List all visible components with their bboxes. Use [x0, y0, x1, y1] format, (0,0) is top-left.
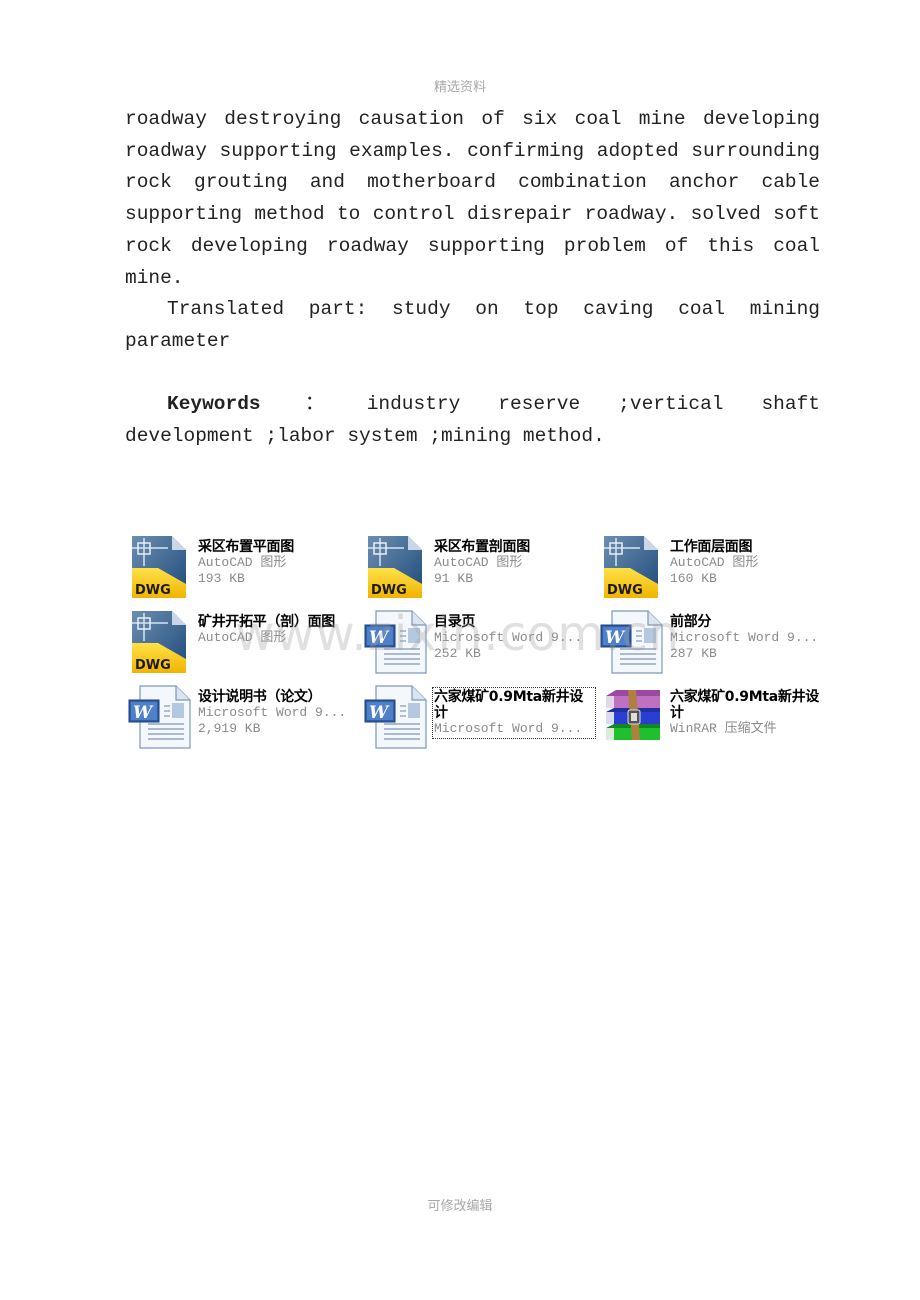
- dwg-file-icon: DWG: [128, 534, 192, 600]
- file-type: Microsoft Word 9...: [434, 721, 583, 736]
- svg-text:DWG: DWG: [135, 583, 171, 598]
- file-size: 160 KB: [670, 571, 717, 586]
- file-type: AutoCAD 图形: [434, 555, 523, 570]
- page-header: 精选资料: [433, 80, 486, 95]
- file-text: 六家煤矿0.9Mta新井设计 WinRAR 压缩文件: [670, 689, 830, 737]
- file-type: WinRAR 压缩文件: [670, 721, 777, 736]
- file-type: Microsoft Word 9...: [434, 630, 583, 645]
- file-item[interactable]: W 目录页 Microsoft Word 9... 252 KB: [364, 607, 598, 679]
- keywords-paragraph: Keywords： industry reserve ;vertical shaf…: [125, 389, 820, 452]
- file-item[interactable]: DWG 矿井开拓平（剖）面图 AutoCAD 图形: [128, 607, 362, 679]
- word-doc-icon: W: [364, 684, 428, 750]
- file-text: 采区布置平面图 AutoCAD 图形 193 KB: [198, 539, 358, 587]
- file-name: 六家煤矿0.9Mta新井设计: [434, 689, 583, 721]
- file-type: Microsoft Word 9...: [670, 630, 819, 645]
- file-name: 目录页: [434, 614, 476, 630]
- svg-text:DWG: DWG: [607, 583, 643, 598]
- file-text: 六家煤矿0.9Mta新井设计 Microsoft Word 9...: [432, 687, 596, 739]
- page-footer: 可修改编辑: [427, 1199, 493, 1214]
- svg-text:W: W: [605, 628, 626, 648]
- file-size: 193 KB: [198, 571, 245, 586]
- dwg-file-icon: DWG: [128, 609, 192, 675]
- dwg-file-icon: DWG: [364, 534, 428, 600]
- file-item[interactable]: DWG 采区布置剖面图 AutoCAD 图形 91 KB: [364, 532, 598, 604]
- file-name: 设计说明书（论文）: [198, 689, 322, 705]
- file-item[interactable]: W 前部分 Microsoft Word 9... 287 KB: [600, 607, 834, 679]
- abstract-paragraph-2: Translated part: study on top caving coa…: [125, 294, 820, 357]
- file-text: 前部分 Microsoft Word 9... 287 KB: [670, 614, 830, 662]
- abstract-paragraph-1: roadway destroying causation of six coal…: [125, 104, 820, 294]
- file-type: AutoCAD 图形: [198, 630, 287, 645]
- file-name: 采区布置平面图: [198, 539, 294, 555]
- file-text: 采区布置剖面图 AutoCAD 图形 91 KB: [434, 539, 594, 587]
- file-text: 目录页 Microsoft Word 9... 252 KB: [434, 614, 594, 662]
- file-listing: DWG 采区布置平面图 AutoCAD 图形 193 KB DWG 采区布置剖面…: [128, 532, 828, 757]
- file-name: 六家煤矿0.9Mta新井设计: [670, 689, 819, 721]
- file-size: 2,919 KB: [198, 721, 261, 736]
- file-size: 91 KB: [434, 571, 474, 586]
- word-doc-icon: W: [600, 609, 664, 675]
- file-size: 252 KB: [434, 646, 481, 661]
- dwg-file-icon: DWG: [600, 534, 664, 600]
- abstract-text: roadway destroying causation of six coal…: [125, 108, 820, 289]
- winrar-archive-icon: [600, 684, 664, 750]
- svg-text:DWG: DWG: [371, 583, 407, 598]
- file-type: AutoCAD 图形: [198, 555, 287, 570]
- keywords-line: Keywords： industry reserve ;vertical shaf…: [125, 389, 820, 452]
- file-text: 设计说明书（论文） Microsoft Word 9... 2,919 KB: [198, 689, 358, 737]
- word-doc-icon: W: [364, 609, 428, 675]
- file-name: 矿井开拓平（剖）面图: [198, 614, 335, 630]
- document-page: 精选资料 roadway destroying causation of six…: [0, 0, 920, 1300]
- svg-text:DWG: DWG: [135, 658, 171, 673]
- translated-part-text: Translated part: study on top caving coa…: [125, 298, 820, 352]
- svg-text:W: W: [133, 703, 154, 723]
- file-item[interactable]: 六家煤矿0.9Mta新井设计 WinRAR 压缩文件: [600, 682, 834, 754]
- svg-text:W: W: [369, 628, 390, 648]
- file-item[interactable]: DWG 工作面层面图 AutoCAD 图形 160 KB: [600, 532, 834, 604]
- file-item[interactable]: W 六家煤矿0.9Mta新井设计 Microsoft Word 9...: [364, 682, 598, 754]
- file-item[interactable]: DWG 采区布置平面图 AutoCAD 图形 193 KB: [128, 532, 362, 604]
- keywords-label: Keywords: [167, 393, 261, 415]
- file-name: 前部分: [670, 614, 712, 630]
- file-size: 287 KB: [670, 646, 717, 661]
- file-text: 矿井开拓平（剖）面图 AutoCAD 图形: [198, 614, 358, 646]
- keywords-colon: ：: [278, 393, 351, 415]
- svg-text:W: W: [369, 703, 390, 723]
- file-type: Microsoft Word 9...: [198, 705, 347, 720]
- file-text: 工作面层面图 AutoCAD 图形 160 KB: [670, 539, 830, 587]
- file-name: 工作面层面图: [670, 539, 753, 555]
- file-item[interactable]: W 设计说明书（论文） Microsoft Word 9... 2,919 KB: [128, 682, 362, 754]
- word-doc-icon: W: [128, 684, 192, 750]
- file-type: AutoCAD 图形: [670, 555, 759, 570]
- file-name: 采区布置剖面图: [434, 539, 530, 555]
